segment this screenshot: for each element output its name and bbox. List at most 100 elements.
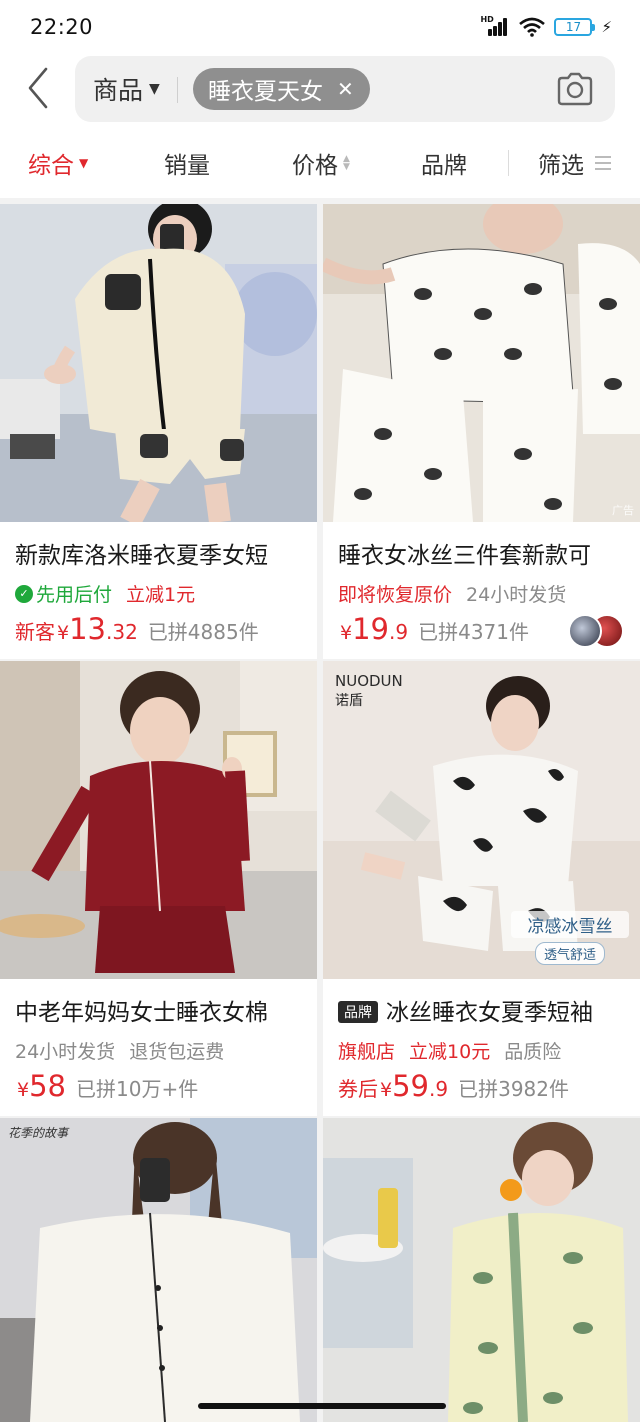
price-integer: 58 [29, 1069, 66, 1103]
tag-shipping: 24小时发货 [15, 1041, 116, 1063]
battery-icon: 17 [554, 18, 596, 36]
price-row: ¥ 19 .9 已拼4371件 [338, 612, 529, 646]
sort-comprehensive[interactable]: 综合 ▼ [28, 128, 88, 198]
product-title: 品牌 冰丝睡衣女夏季短袖 [338, 993, 633, 1027]
product-card[interactable] [323, 1118, 640, 1422]
buyer-avatars [568, 614, 626, 648]
price-prefix: 券后 [338, 1077, 378, 1101]
product-image[interactable] [0, 204, 317, 522]
product-title-text: 冰丝睡衣女夏季短袖 [386, 1000, 593, 1026]
product-title: 中老年妈妈女士睡衣女棉 [15, 1000, 268, 1026]
sort-filter-label: 筛选 [538, 153, 584, 179]
status-time: 22:20 [30, 15, 94, 39]
sort-bar: 综合 ▼ 销量 价格 ▲ ▼ 品牌 筛选 [0, 128, 640, 198]
price-integer: 59 [392, 1069, 429, 1103]
search-box[interactable]: 商品 ▼ 睡衣夏天女 ✕ [75, 56, 615, 122]
product-card[interactable]: NUODUN 诺盾 凉感冰雪丝 透气舒适 品牌 冰丝睡衣女夏季短袖 旗舰店 立减1… [323, 661, 640, 1116]
battery-level: 17 [565, 20, 582, 34]
sort-updown-icon: ▲ ▼ [343, 154, 350, 172]
network-label: HD [480, 15, 494, 24]
price-row: 新客 ¥ 13 .32 已拼4885件 [15, 612, 259, 646]
product-image[interactable] [323, 1118, 640, 1422]
currency-symbol: ¥ [17, 1079, 30, 1101]
product-image[interactable] [0, 661, 317, 979]
wifi-icon [519, 17, 546, 37]
brand-logo-zh: 诺盾 [335, 693, 363, 709]
price-decimal: .32 [106, 620, 138, 644]
brand-tag: 品牌 [338, 1001, 378, 1023]
tag-discount: 立减10元 [409, 1041, 491, 1063]
currency-symbol: ¥ [340, 622, 353, 644]
sort-sales-label: 销量 [164, 153, 210, 179]
search-scope-label: 商品 [93, 76, 144, 105]
brand-logo-text: NUODUN [335, 672, 403, 690]
product-card[interactable]: 中老年妈妈女士睡衣女棉 24小时发货 退货包运费 ¥ 58 已拼10万+件 [0, 661, 317, 1116]
price-row: ¥ 58 已拼10万+件 [15, 1069, 198, 1103]
photo-caption: 花季的故事 [8, 1126, 69, 1140]
tag-flagship: 旗舰店 [338, 1041, 396, 1063]
camera-icon[interactable] [555, 71, 595, 107]
price-integer: 13 [69, 612, 106, 646]
product-tags: 旗舰店 立减10元 品质险 [338, 1037, 561, 1064]
sold-count: 已拼3982件 [458, 1077, 569, 1101]
sort-sales[interactable]: 销量 [164, 128, 210, 198]
search-header: 商品 ▼ 睡衣夏天女 ✕ [0, 54, 640, 128]
product-tags: 24小时发货 退货包运费 [15, 1037, 224, 1064]
search-scope-dropdown[interactable]: 商品 ▼ [93, 56, 160, 122]
brand-logo: NUODUN 诺盾 [335, 671, 403, 711]
filter-icon [595, 156, 611, 170]
caret-down-icon: ▼ [79, 156, 89, 170]
tag-discount: 立减1元 [126, 584, 196, 606]
product-title: 新款库洛米睡衣夏季女短 [15, 543, 268, 569]
product-info: 睡衣女冰丝三件套新款可 即将恢复原价 24小时发货 ¥ 19 .9 已拼4371… [323, 522, 640, 659]
tag-shipping: 24小时发货 [466, 584, 567, 606]
ad-label: 广告 [612, 504, 634, 517]
back-button[interactable] [20, 66, 56, 110]
price-decimal: .9 [429, 1077, 449, 1101]
product-image[interactable]: 广告 [323, 204, 640, 522]
avatar [568, 614, 602, 648]
search-divider [177, 77, 178, 103]
home-indicator[interactable] [198, 1403, 446, 1409]
product-image[interactable]: 花季的故事 [0, 1118, 317, 1422]
sort-brand-label: 品牌 [421, 153, 467, 179]
charging-icon: ⚡ [601, 18, 612, 36]
product-info: 中老年妈妈女士睡衣女棉 24小时发货 退货包运费 ¥ 58 已拼10万+件 [0, 979, 317, 1116]
status-icons: HD 17 ⚡ [480, 15, 612, 38]
status-bar: 22:20 HD 17 ⚡ [0, 0, 640, 54]
sort-price-label: 价格 [292, 153, 338, 179]
sort-brand[interactable]: 品牌 [421, 128, 467, 198]
tag-text: 先用后付 [36, 584, 113, 606]
tag-return: 退货包运费 [129, 1041, 225, 1063]
price-integer: 19 [352, 612, 389, 646]
tag-pay-later: ✓ 先用后付 [15, 580, 112, 607]
price-row: 券后 ¥ 59 .9 已拼3982件 [338, 1069, 569, 1103]
pay-later-icon: ✓ [15, 584, 33, 603]
price-prefix: 新客 [15, 620, 55, 644]
signal-icon: HD [480, 15, 510, 38]
keyword-chip[interactable]: 睡衣夏天女 ✕ [193, 68, 370, 110]
product-card[interactable]: 新款库洛米睡衣夏季女短 ✓ 先用后付 立减1元 新客 ¥ 13 .32 已拼48… [0, 204, 317, 659]
product-image[interactable]: NUODUN 诺盾 凉感冰雪丝 透气舒适 [323, 661, 640, 979]
tag-price-restore: 即将恢复原价 [338, 584, 453, 606]
sort-divider [508, 150, 509, 176]
sold-count: 已拼4371件 [418, 620, 529, 644]
product-card[interactable]: 广告 睡衣女冰丝三件套新款可 即将恢复原价 24小时发货 ¥ 19 .9 已拼4… [323, 204, 640, 659]
sort-price[interactable]: 价格 ▲ ▼ [292, 128, 350, 198]
product-info: 新款库洛米睡衣夏季女短 ✓ 先用后付 立减1元 新客 ¥ 13 .32 已拼48… [0, 522, 317, 659]
price-decimal: .9 [389, 620, 409, 644]
product-info: 品牌 冰丝睡衣女夏季短袖 旗舰店 立减10元 品质险 券后 ¥ 59 .9 已拼3… [323, 979, 640, 1116]
sold-count: 已拼10万+件 [76, 1077, 199, 1101]
product-card[interactable]: 花季的故事 [0, 1118, 317, 1422]
currency-symbol: ¥ [380, 1079, 393, 1101]
sort-filter[interactable]: 筛选 [538, 128, 611, 198]
product-tags: ✓ 先用后付 立减1元 [15, 580, 195, 607]
tag-quality-insurance: 品质险 [504, 1041, 562, 1063]
product-title: 睡衣女冰丝三件套新款可 [338, 543, 591, 569]
product-tags: 即将恢复原价 24小时发货 [338, 580, 566, 607]
feature-badge: 凉感冰雪丝 透气舒适 [511, 911, 629, 965]
keyword-text: 睡衣夏天女 [208, 79, 323, 105]
close-icon[interactable]: ✕ [337, 77, 354, 101]
feature-badge-sub: 透气舒适 [534, 942, 605, 965]
sold-count: 已拼4885件 [147, 620, 259, 644]
